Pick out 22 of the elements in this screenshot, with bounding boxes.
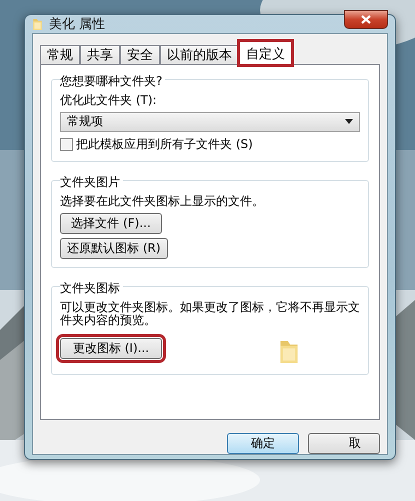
apply-template-checkbox[interactable]: 把此模板应用到所有子文件夹 (S) [60, 136, 360, 153]
folder-icon [32, 16, 43, 32]
description-text: 优化此文件夹 (T): [60, 94, 158, 108]
window-title: 美化 属性 [49, 16, 106, 33]
folder-type-dropdown[interactable]: 常规项 [60, 112, 360, 132]
group-title: 文件夹图片 [60, 174, 123, 191]
ok-button[interactable]: 确定 [227, 433, 299, 454]
close-button[interactable] [344, 10, 388, 28]
description-text: 选择要在此文件夹图标上显示的文件。 [60, 194, 265, 209]
tab[interactable]: 自定义 [239, 41, 292, 65]
dropdown-arrow-icon [345, 119, 353, 124]
cancel-button[interactable]: 取 [308, 433, 380, 454]
tab[interactable]: 安全 [120, 45, 160, 65]
tab[interactable]: 以前的版本 [160, 45, 239, 65]
action-button[interactable]: 选择文件 (F)... [60, 212, 162, 234]
tab[interactable]: 共享 [80, 45, 120, 65]
group-title: 文件夹图标 [60, 280, 123, 297]
tab[interactable]: 常规 [40, 45, 80, 65]
group-title: 您想要哪种文件夹? [60, 73, 166, 90]
description-text: 可以更改文件夹图标。如果更改了图标，它将不再显示文件夹内容的预览。 [60, 300, 360, 328]
close-icon [361, 14, 371, 24]
action-button[interactable]: 还原默认图标 (R) [60, 238, 168, 259]
